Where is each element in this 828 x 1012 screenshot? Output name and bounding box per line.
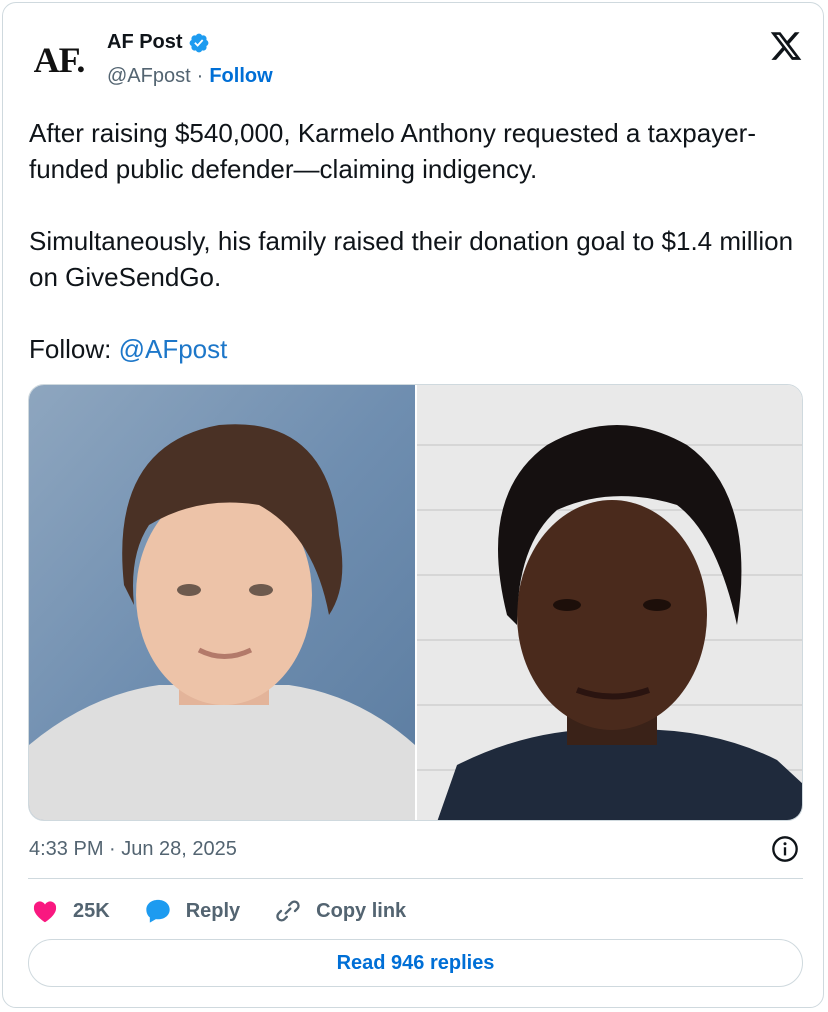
tweet-text: After raising $540,000, Karmelo Anthony …	[29, 115, 799, 367]
link-icon	[276, 900, 300, 922]
separator-dot: ·	[196, 65, 204, 87]
heart-icon	[33, 901, 57, 923]
handle-row: @AFpost · Follow	[107, 65, 273, 88]
avatar-text: AF.	[33, 40, 86, 80]
follow-button[interactable]: Follow	[209, 65, 272, 88]
avatar[interactable]: AF.	[27, 35, 91, 85]
tweet-follow-line: Follow: @AFpost	[29, 331, 799, 367]
photo-right[interactable]	[417, 385, 803, 821]
read-replies-button[interactable]: Read 946 replies	[28, 939, 803, 987]
author-handle[interactable]: @AFpost	[107, 65, 191, 88]
tweet-header: AF. AF Post @AFpost · Follow	[27, 29, 803, 93]
action-bar: 25K Reply Copy link	[31, 891, 440, 931]
author-name-row[interactable]: AF Post	[107, 31, 210, 54]
x-logo-icon[interactable]	[769, 29, 803, 63]
author-name[interactable]: AF Post	[107, 31, 183, 54]
verified-badge-icon	[189, 33, 208, 52]
divider	[28, 878, 803, 879]
media-grid[interactable]	[28, 384, 803, 821]
like-count: 25K	[73, 899, 110, 922]
reply-label: Reply	[185, 899, 241, 922]
info-icon[interactable]	[771, 835, 799, 863]
tweet-card: AF. AF Post @AFpost · Follow After raisi…	[2, 2, 824, 1008]
tweet-timestamp[interactable]: 4:33 PM · Jun 28, 2025	[29, 838, 237, 861]
like-button[interactable]: 25K	[31, 897, 110, 925]
tweet-paragraph-2: Simultaneously, his family raised their …	[29, 226, 794, 292]
copy-link-button[interactable]: Copy link	[274, 897, 406, 925]
reply-button[interactable]: Reply	[144, 897, 240, 925]
photo-left[interactable]	[29, 385, 415, 821]
follow-prefix: Follow:	[29, 334, 119, 364]
mention-link[interactable]: @AFpost	[119, 334, 228, 364]
copy-link-label: Copy link	[316, 899, 407, 922]
reply-bubble-icon	[146, 899, 170, 923]
tweet-paragraph-1: After raising $540,000, Karmelo Anthony …	[29, 118, 756, 184]
read-replies-label: Read 946 replies	[336, 951, 495, 974]
